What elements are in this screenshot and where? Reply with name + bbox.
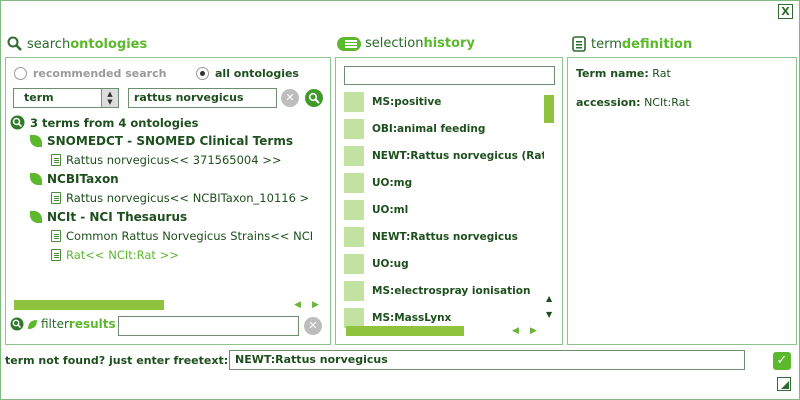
scroll-right-icon[interactable]: ▶	[530, 326, 537, 336]
history-item[interactable]: NEWT:Rattus norvegicus	[344, 224, 518, 250]
tree-term-label: Common Rattus Norvegicus Strains<< NCI	[66, 229, 314, 243]
history-title-prefix: selection	[365, 36, 424, 51]
filter-results-title: filterresults	[10, 317, 116, 331]
tree-term[interactable]: Rattus norvegicus<< 371565004 >>	[51, 153, 281, 167]
history-item[interactable]: MS:electrospray ionisation	[344, 278, 530, 304]
accession-value: NCIt:Rat	[644, 96, 690, 109]
history-vertical-scrollbar[interactable]	[544, 95, 554, 123]
scroll-up-icon[interactable]: ▲	[546, 294, 552, 303]
history-item-label: UO:mg	[372, 177, 413, 189]
definition-panel-title: termdefinition	[571, 36, 692, 52]
history-title-suffix: history	[423, 36, 475, 51]
scroll-left-icon[interactable]: ◀	[294, 300, 301, 310]
search-panel: recommended search all ontologies term ▲…	[5, 57, 331, 345]
leaf-icon	[30, 173, 42, 185]
history-item-label: MS:electrospray ionisation	[372, 285, 531, 297]
checkmark-icon[interactable]: ✓	[773, 352, 791, 370]
history-item-label: MS:MassLynx	[372, 312, 452, 324]
resize-icon[interactable]	[777, 377, 791, 391]
definition-title-suffix: definition	[621, 36, 693, 52]
results-horizontal-scrollbar[interactable]	[14, 300, 164, 310]
document-icon	[51, 192, 61, 204]
tree-term-label: Rat<< NCIt:Rat >>	[66, 248, 179, 262]
history-panel: MS:positive OBI:animal feeding NEWT:Ratt…	[335, 57, 563, 345]
tree-term-selected[interactable]: Rat<< NCIt:Rat >>	[51, 248, 179, 262]
term-name-value: Rat	[652, 67, 671, 80]
tree-ontology-label: SNOMEDCT - SNOMED Clinical Terms	[47, 134, 293, 148]
history-item-label: NEWT:Rattus norvegicus	[372, 231, 518, 243]
history-item-swatch	[344, 281, 364, 301]
document-icon	[51, 249, 61, 261]
history-horizontal-scrollbar[interactable]	[346, 326, 464, 336]
history-item-label: MS:positive	[372, 96, 442, 108]
close-icon[interactable]: X	[778, 4, 793, 19]
results-tree: SNOMEDCT - SNOMED Clinical Terms Rattus …	[6, 58, 330, 298]
tree-ontology-label: NCIt - NCI Thesaurus	[47, 210, 188, 224]
tree-ontology-snomed[interactable]: SNOMEDCT - SNOMED Clinical Terms	[30, 134, 293, 148]
history-item[interactable]: UO:mg	[344, 170, 412, 196]
search-title-suffix: ontologies	[70, 36, 148, 52]
history-item-swatch	[344, 146, 364, 166]
clear-filter-icon[interactable]: ✕	[304, 317, 322, 335]
term-name-label: Term name:	[576, 67, 649, 80]
history-item-swatch	[344, 92, 364, 112]
scroll-down-icon[interactable]: ▼	[546, 310, 552, 319]
search-title-prefix: search	[27, 36, 71, 52]
definition-title-prefix: term	[591, 36, 622, 52]
search-icon	[7, 36, 22, 51]
accession-label: accession:	[576, 96, 641, 109]
tree-ontology-label: NCBITaxon	[47, 172, 119, 186]
history-item-label: OBI:animal feeding	[372, 123, 486, 135]
freetext-input[interactable]: NEWT:Rattus norvegicus	[229, 350, 745, 370]
tree-ontology-ncit[interactable]: NCIt - NCI Thesaurus	[30, 210, 187, 224]
history-item[interactable]: UO:ug	[344, 251, 409, 277]
history-item[interactable]: OBI:animal feeding	[344, 116, 485, 142]
history-panel-title: selectionhistory	[337, 36, 475, 51]
history-icon	[337, 36, 361, 51]
history-item-swatch	[344, 254, 364, 274]
term-name-row: Term name: Rat	[576, 67, 671, 80]
history-item-swatch	[344, 200, 364, 220]
leaf-icon	[30, 211, 42, 223]
document-icon	[51, 154, 61, 166]
history-search-input[interactable]	[344, 66, 555, 85]
tree-term[interactable]: Common Rattus Norvegicus Strains<< NCI	[51, 229, 313, 243]
history-item[interactable]: UO:ml	[344, 197, 408, 223]
history-item[interactable]: MS:positive	[344, 89, 441, 115]
history-item-swatch	[344, 227, 364, 247]
tree-term-label: Rattus norvegicus<< NCBITaxon_10116 >	[66, 191, 310, 205]
history-item[interactable]: NEWT:Rattus norvegicus (Rat)	[344, 143, 544, 169]
definition-icon	[572, 36, 586, 52]
leaf-icon	[30, 135, 42, 147]
freetext-label: term not found? just enter freetext:	[5, 354, 229, 367]
history-item-swatch	[344, 119, 364, 139]
definition-panel: Term name: Rat accession: NCIt:Rat	[567, 57, 797, 345]
scroll-right-icon[interactable]: ▶	[312, 300, 319, 310]
history-item-swatch	[344, 308, 364, 328]
history-item-label: UO:ml	[372, 204, 409, 216]
accession-row: accession: NCIt:Rat	[576, 96, 690, 109]
filter-search-icon	[10, 317, 24, 331]
history-item-label: UO:ug	[372, 258, 409, 270]
history-item-swatch	[344, 173, 364, 193]
history-item-label: NEWT:Rattus norvegicus (Rat)	[372, 150, 544, 162]
tree-term[interactable]: Rattus norvegicus<< NCBITaxon_10116 >	[51, 191, 309, 205]
filter-input[interactable]	[118, 316, 299, 336]
document-icon	[51, 230, 61, 242]
tree-term-label: Rattus norvegicus<< 371565004 >>	[66, 153, 282, 167]
filter-title-prefix: filter	[41, 317, 69, 331]
tree-ontology-ncbitaxon[interactable]: NCBITaxon	[30, 172, 119, 186]
filter-title-suffix: results	[68, 317, 116, 331]
history-list: MS:positive OBI:animal feeding NEWT:Ratt…	[344, 89, 544, 329]
ontology-lookup-window: X searchontologies recommended search al…	[0, 0, 800, 400]
search-panel-title: searchontologies	[7, 36, 147, 52]
scroll-left-icon[interactable]: ◀	[512, 326, 519, 336]
leaf-icon	[28, 319, 37, 329]
